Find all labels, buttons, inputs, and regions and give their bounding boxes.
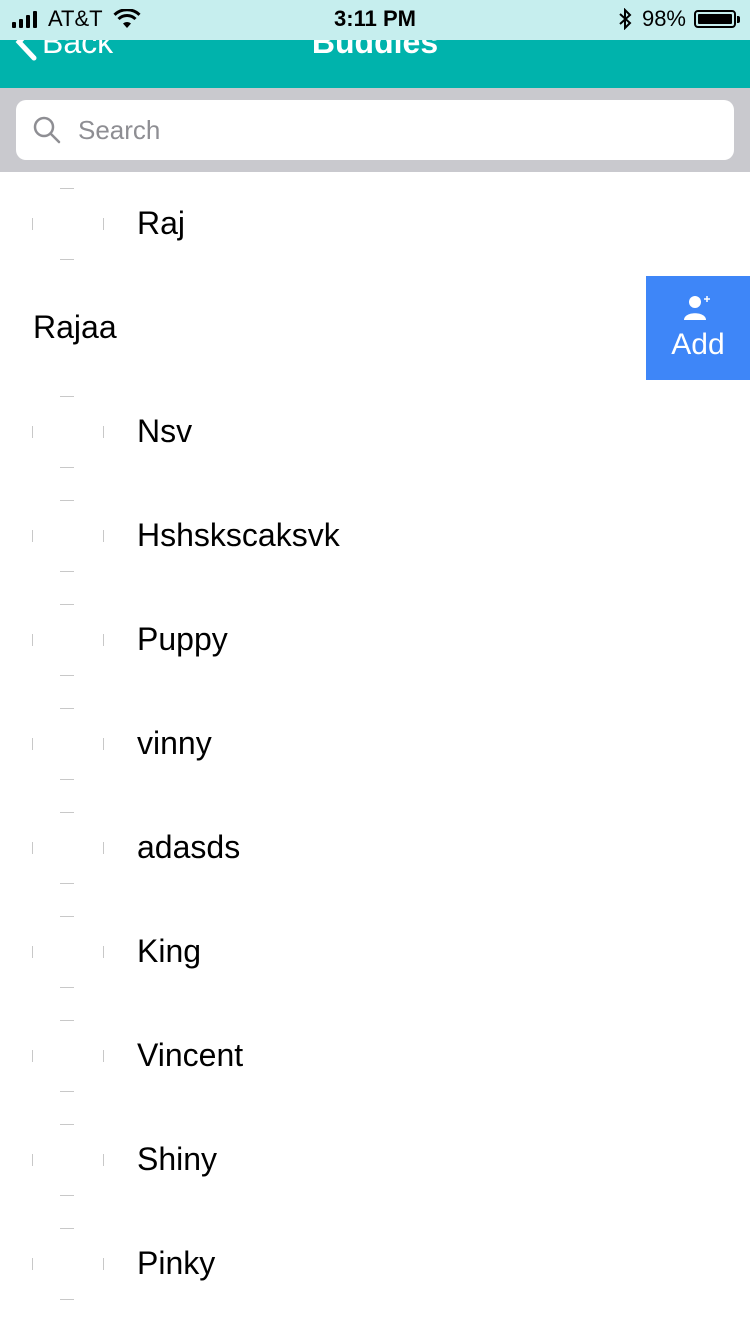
add-person-icon — [684, 296, 710, 320]
avatar — [32, 188, 104, 260]
avatar — [32, 396, 104, 468]
buddy-name: Puppy — [137, 621, 228, 657]
search-input[interactable] — [76, 113, 680, 147]
bluetooth-icon — [619, 8, 632, 30]
buddy-name: Shiny — [137, 1141, 218, 1177]
avatar — [32, 916, 104, 988]
buddy-row[interactable]: adasds — [0, 796, 750, 900]
buddy-row[interactable]: Shiny — [0, 1108, 750, 1212]
avatar — [32, 1228, 104, 1300]
status-bar: AT&T 3:11 PM 98% — [0, 0, 750, 40]
buddy-name: adasds — [137, 829, 241, 865]
buddy-name: Raj — [137, 205, 186, 241]
buddy-row-swiped[interactable]: Rajaa Add — [0, 276, 750, 380]
buddy-name: Pinky — [137, 1245, 216, 1281]
buddy-row[interactable]: vinny — [0, 692, 750, 796]
buddy-row[interactable]: Pinky — [0, 1212, 750, 1316]
avatar — [32, 500, 104, 572]
nav-bar: Back Buddies — [0, 40, 750, 88]
add-label: Add — [671, 328, 725, 361]
avatar — [32, 1124, 104, 1196]
buddy-row[interactable]: King — [0, 900, 750, 1004]
buddy-row[interactable]: Raj — [0, 172, 750, 276]
buddy-name: King — [137, 933, 202, 969]
buddy-row[interactable]: Vincent — [0, 1004, 750, 1108]
buddy-row[interactable]: Puppy — [0, 588, 750, 692]
battery-percent: 98% — [641, 6, 686, 31]
buddy-row[interactable]: Hshskscaksvk — [0, 484, 750, 588]
search-field[interactable] — [16, 100, 734, 160]
add-buddy-button[interactable]: Add — [646, 276, 750, 380]
buddy-name: Nsv — [137, 413, 193, 449]
buddy-name: Hshskscaksvk — [137, 517, 340, 553]
buddy-list: Raj Rajaa Add Nsv Hshskscaksvk Puppy vin… — [0, 172, 750, 1316]
buddy-name: Vincent — [137, 1037, 244, 1073]
avatar — [32, 708, 104, 780]
status-right: 98% — [618, 6, 740, 32]
avatar — [32, 604, 104, 676]
battery-icon — [694, 10, 740, 28]
buddy-name: vinny — [137, 725, 212, 761]
avatar — [32, 812, 104, 884]
page-title: Buddies — [311, 40, 439, 60]
avatar — [32, 1020, 104, 1092]
search-bar — [0, 88, 750, 172]
buddy-row[interactable]: Nsv — [0, 380, 750, 484]
buddy-name: Rajaa — [33, 309, 117, 345]
search-icon — [33, 116, 61, 144]
